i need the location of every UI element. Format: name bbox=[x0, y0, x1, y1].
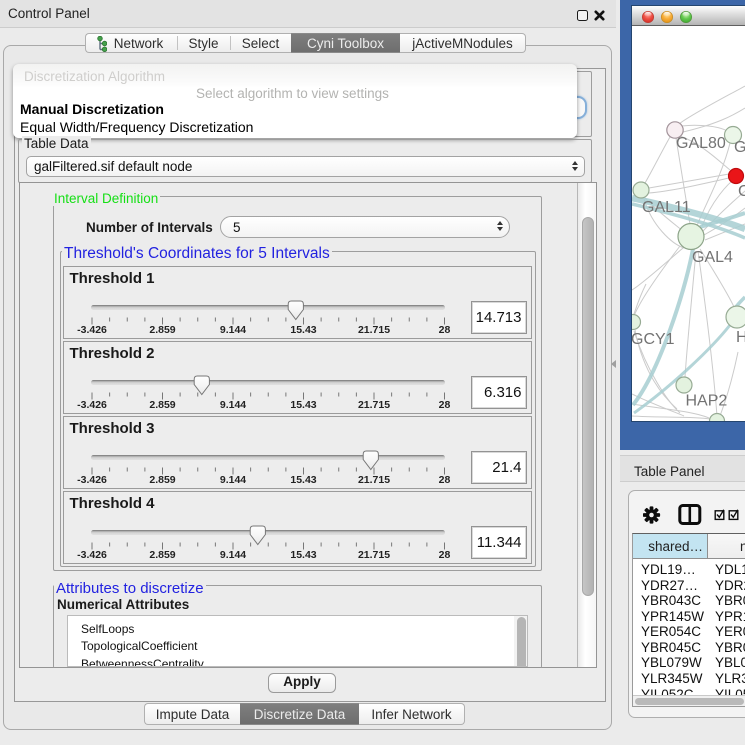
svg-text:GAL11: GAL11 bbox=[642, 199, 691, 216]
svg-text:GAL4: GAL4 bbox=[692, 249, 733, 266]
svg-text:C: C bbox=[738, 183, 745, 200]
svg-text:GCY1: GCY1 bbox=[632, 331, 675, 348]
svg-text:HAP2: HAP2 bbox=[686, 393, 728, 410]
svg-text:GA: GA bbox=[734, 139, 745, 156]
svg-text:H: H bbox=[736, 329, 745, 346]
svg-text:GAL80: GAL80 bbox=[676, 135, 726, 152]
